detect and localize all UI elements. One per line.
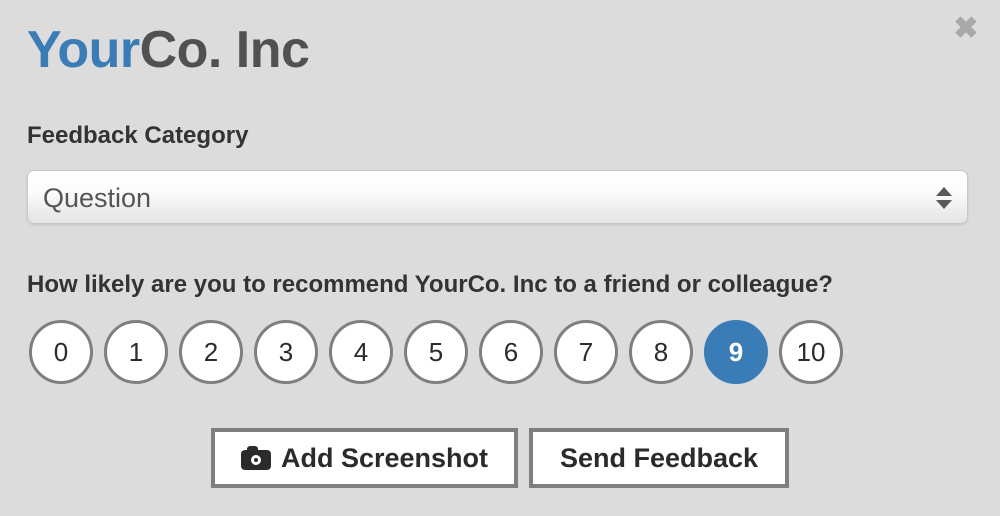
- nps-option-1[interactable]: 1: [104, 320, 168, 384]
- nps-option-6[interactable]: 6: [479, 320, 543, 384]
- nps-option-10[interactable]: 10: [779, 320, 843, 384]
- chevron-up-icon[interactable]: [936, 187, 952, 196]
- close-icon[interactable]: ✖: [948, 11, 984, 47]
- add-screenshot-label: Add Screenshot: [281, 443, 488, 474]
- nps-option-7[interactable]: 7: [554, 320, 618, 384]
- feedback-category-value: Question: [43, 171, 151, 224]
- nps-option-8[interactable]: 8: [629, 320, 693, 384]
- add-screenshot-button[interactable]: Add Screenshot: [211, 428, 518, 488]
- chevron-down-icon[interactable]: [936, 200, 952, 209]
- nps-question-text: How likely are you to recommend YourCo. …: [27, 273, 833, 297]
- page-title: YourCo. Inc: [27, 24, 309, 76]
- nps-option-3[interactable]: 3: [254, 320, 318, 384]
- nps-option-9[interactable]: 9: [704, 320, 768, 384]
- feedback-category-select[interactable]: Question: [27, 170, 968, 224]
- action-buttons: Add Screenshot Send Feedback: [0, 428, 1000, 488]
- feedback-category-label: Feedback Category: [27, 124, 248, 148]
- feedback-widget: ✖ YourCo. Inc Feedback Category Question…: [0, 0, 1000, 516]
- brand-name-accent: Your: [27, 21, 140, 79]
- send-feedback-label: Send Feedback: [560, 443, 758, 474]
- nps-option-0[interactable]: 0: [29, 320, 93, 384]
- nps-option-4[interactable]: 4: [329, 320, 393, 384]
- send-feedback-button[interactable]: Send Feedback: [529, 428, 789, 488]
- nps-scale: 0 1 2 3 4 5 6 7 8 9 10: [29, 320, 843, 384]
- camera-icon: [241, 446, 271, 470]
- nps-option-5[interactable]: 5: [404, 320, 468, 384]
- select-stepper-arrows[interactable]: [933, 171, 955, 224]
- brand-name-rest: Co. Inc: [140, 21, 310, 79]
- nps-option-2[interactable]: 2: [179, 320, 243, 384]
